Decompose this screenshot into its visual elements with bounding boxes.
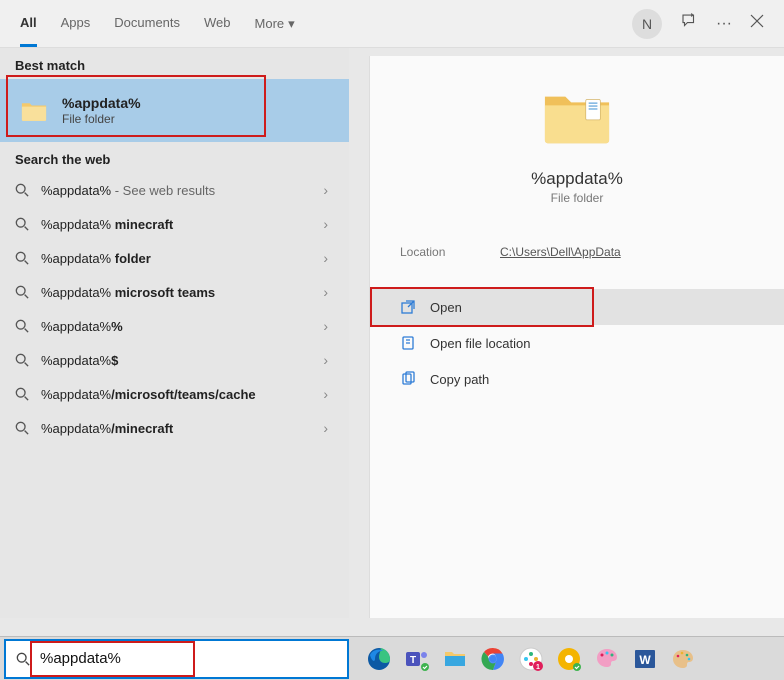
- word-icon[interactable]: W: [633, 647, 657, 671]
- search-icon: [15, 217, 29, 231]
- tab-more-label: More: [255, 16, 285, 31]
- suggestion-text: %appdata% minecraft: [41, 217, 311, 232]
- suggestion-text: %appdata%%: [41, 319, 311, 334]
- palette-icon[interactable]: [671, 647, 695, 671]
- action-copy-path-label: Copy path: [430, 372, 489, 387]
- feedback-icon[interactable]: [680, 12, 698, 35]
- tab-documents[interactable]: Documents: [114, 1, 180, 47]
- file-location-icon: [400, 335, 416, 351]
- chevron-right-icon: ›: [323, 352, 328, 368]
- action-open-label: Open: [430, 300, 462, 315]
- suggestion-text: %appdata% folder: [41, 251, 311, 266]
- search-icon: [15, 421, 29, 435]
- more-icon[interactable]: ···: [716, 15, 732, 33]
- web-suggestion[interactable]: %appdata% minecraft ›: [0, 207, 349, 241]
- location-label: Location: [400, 245, 500, 259]
- tab-web[interactable]: Web: [204, 1, 231, 47]
- suggestion-text: %appdata% microsoft teams: [41, 285, 311, 300]
- web-suggestion[interactable]: %appdata% - See web results ›: [0, 173, 349, 207]
- svg-text:W: W: [639, 653, 651, 667]
- taskbar: T 1 W: [0, 636, 784, 680]
- suggestion-text: %appdata%/microsoft/teams/cache: [41, 387, 311, 402]
- paint-icon[interactable]: [595, 647, 619, 671]
- search-icon: [15, 319, 29, 333]
- taskbar-search-box[interactable]: [4, 639, 349, 679]
- chevron-right-icon: ›: [323, 284, 328, 300]
- best-match-item[interactable]: %appdata% File folder: [0, 79, 349, 142]
- filter-tabs: All Apps Documents Web More ▾: [20, 1, 632, 47]
- action-open[interactable]: Open: [370, 289, 784, 325]
- best-match-subtitle: File folder: [62, 112, 329, 126]
- suggestion-text: %appdata%/minecraft: [41, 421, 311, 436]
- preview-panel: %appdata% File folder Location C:\Users\…: [369, 56, 784, 618]
- tab-apps[interactable]: Apps: [61, 1, 91, 47]
- chevron-right-icon: ›: [323, 216, 328, 232]
- suggestion-text: %appdata%$: [41, 353, 311, 368]
- best-match-title: %appdata%: [62, 95, 329, 111]
- taskbar-icons: T 1 W: [353, 647, 695, 671]
- copy-icon: [400, 371, 416, 387]
- chevron-right-icon: ›: [323, 420, 328, 436]
- chevron-right-icon: ›: [323, 386, 328, 402]
- open-icon: [400, 299, 416, 315]
- tab-all[interactable]: All: [20, 1, 37, 47]
- chevron-right-icon: ›: [323, 182, 328, 198]
- preview-title: %appdata%: [370, 169, 784, 189]
- edge-icon[interactable]: [367, 647, 391, 671]
- location-link[interactable]: C:\Users\Dell\AppData: [500, 245, 621, 259]
- web-suggestion[interactable]: %appdata%$ ›: [0, 343, 349, 377]
- web-suggestion[interactable]: %appdata% microsoft teams ›: [0, 275, 349, 309]
- top-bar: All Apps Documents Web More ▾ N ···: [0, 0, 784, 48]
- search-icon: [15, 353, 29, 367]
- action-open-location[interactable]: Open file location: [370, 325, 784, 361]
- slack-icon[interactable]: 1: [519, 647, 543, 671]
- folder-icon: [20, 100, 48, 122]
- location-row: Location C:\Users\Dell\AppData: [370, 245, 784, 259]
- top-controls: N ···: [632, 9, 764, 39]
- file-explorer-icon[interactable]: [443, 647, 467, 671]
- web-suggestion[interactable]: %appdata%/minecraft ›: [0, 411, 349, 445]
- best-match-header: Best match: [0, 48, 349, 79]
- chrome-canary-icon[interactable]: [557, 647, 581, 671]
- avatar[interactable]: N: [632, 9, 662, 39]
- search-icon: [15, 285, 29, 299]
- search-icon: [15, 251, 29, 265]
- best-match-text: %appdata% File folder: [62, 95, 329, 126]
- search-icon: [16, 652, 30, 666]
- preview-subtitle: File folder: [370, 191, 784, 205]
- chevron-down-icon: ▾: [288, 16, 295, 32]
- search-web-header: Search the web: [0, 142, 349, 173]
- web-suggestion[interactable]: %appdata%/microsoft/teams/cache ›: [0, 377, 349, 411]
- search-input[interactable]: [40, 650, 337, 667]
- chevron-right-icon: ›: [323, 250, 328, 266]
- results-panel: Best match %appdata% File folder Search …: [0, 48, 349, 618]
- action-copy-path[interactable]: Copy path: [370, 361, 784, 397]
- action-open-location-label: Open file location: [430, 336, 530, 351]
- web-suggestion[interactable]: %appdata%% ›: [0, 309, 349, 343]
- web-suggestion[interactable]: %appdata% folder ›: [0, 241, 349, 275]
- close-icon[interactable]: [750, 14, 764, 33]
- teams-icon[interactable]: T: [405, 647, 429, 671]
- preview-header: %appdata% File folder: [370, 86, 784, 205]
- svg-text:1: 1: [536, 664, 540, 671]
- folder-icon-large: [542, 86, 612, 148]
- suggestion-text: %appdata% - See web results: [41, 183, 311, 198]
- chevron-right-icon: ›: [323, 318, 328, 334]
- chrome-icon[interactable]: [481, 647, 505, 671]
- svg-text:T: T: [410, 655, 416, 666]
- search-icon: [15, 183, 29, 197]
- search-icon: [15, 387, 29, 401]
- tab-more[interactable]: More ▾: [255, 1, 295, 47]
- main-area: Best match %appdata% File folder Search …: [0, 48, 784, 618]
